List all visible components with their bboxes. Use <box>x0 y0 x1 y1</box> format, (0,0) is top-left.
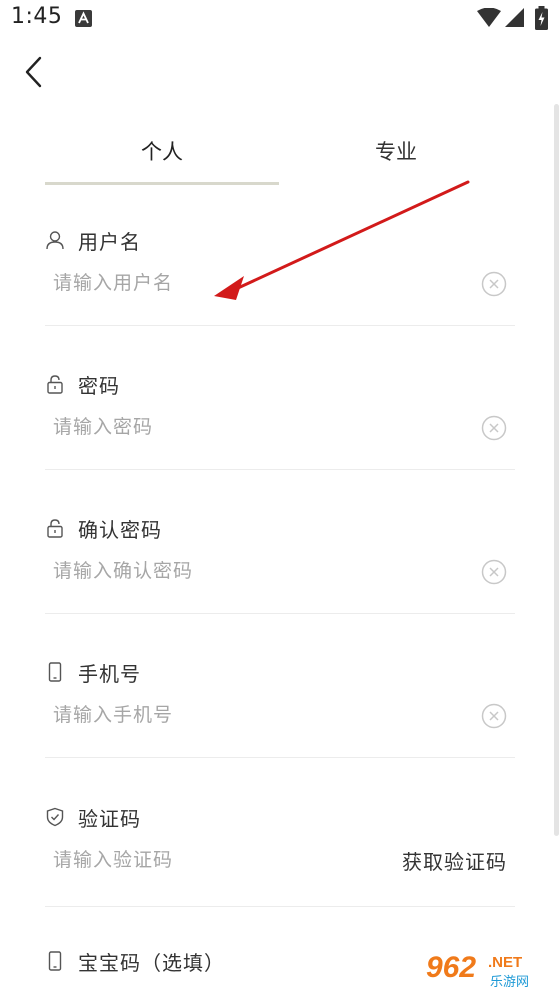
shield-icon <box>46 807 64 827</box>
svg-text:962: 962 <box>426 951 476 984</box>
a-box-icon <box>75 10 92 27</box>
watermark-logo-icon: 962 .NET 乐游网 <box>420 950 557 991</box>
verification-code-field: 验证码 获取验证码 <box>45 802 515 946</box>
tab-professional[interactable]: 专业 <box>279 136 513 186</box>
username-field: 用户名 <box>45 225 515 369</box>
signal-icon <box>505 8 524 27</box>
clear-icon[interactable] <box>481 415 507 441</box>
user-icon <box>46 231 64 250</box>
scrollbar[interactable] <box>554 104 559 836</box>
svg-text:.NET: .NET <box>488 954 522 971</box>
phone-input[interactable] <box>53 695 463 735</box>
confirm-password-label: 确认密码 <box>78 517 162 542</box>
phone-field: 手机号 <box>45 657 515 801</box>
confirm-password-input[interactable] <box>53 551 463 591</box>
phone-label: 手机号 <box>78 661 141 686</box>
divider <box>45 325 515 326</box>
password-field: 密码 <box>45 369 515 513</box>
divider <box>45 613 515 614</box>
baby-code-label: 宝宝码（选填） <box>78 950 225 975</box>
divider <box>45 469 515 470</box>
get-code-button[interactable]: 获取验证码 <box>402 846 507 875</box>
verification-code-input[interactable] <box>53 840 373 880</box>
watermark-logo: 962 .NET 乐游网 <box>418 944 559 993</box>
tab-personal[interactable]: 个人 <box>45 136 279 186</box>
svg-text:乐游网: 乐游网 <box>490 975 529 990</box>
status-bar: 1:45 <box>0 0 559 38</box>
clear-icon[interactable] <box>481 559 507 585</box>
lock-icon <box>47 519 63 538</box>
chevron-left-icon <box>25 56 42 88</box>
username-input[interactable] <box>53 263 463 303</box>
phone-icon <box>48 662 62 682</box>
divider <box>45 906 515 907</box>
lock-icon <box>47 375 63 394</box>
clear-icon[interactable] <box>481 271 507 297</box>
battery-charging-icon <box>535 6 548 30</box>
back-button[interactable] <box>18 54 52 90</box>
divider <box>45 757 515 758</box>
verification-code-label: 验证码 <box>78 806 141 831</box>
password-input[interactable] <box>53 407 463 447</box>
status-time: 1:45 <box>11 4 63 29</box>
phone-icon <box>48 951 62 971</box>
clear-icon[interactable] <box>481 703 507 729</box>
wifi-icon <box>477 8 501 27</box>
username-label: 用户名 <box>78 229 141 254</box>
confirm-password-field: 确认密码 <box>45 513 515 657</box>
tab-indicator <box>45 182 279 185</box>
password-label: 密码 <box>78 373 120 398</box>
